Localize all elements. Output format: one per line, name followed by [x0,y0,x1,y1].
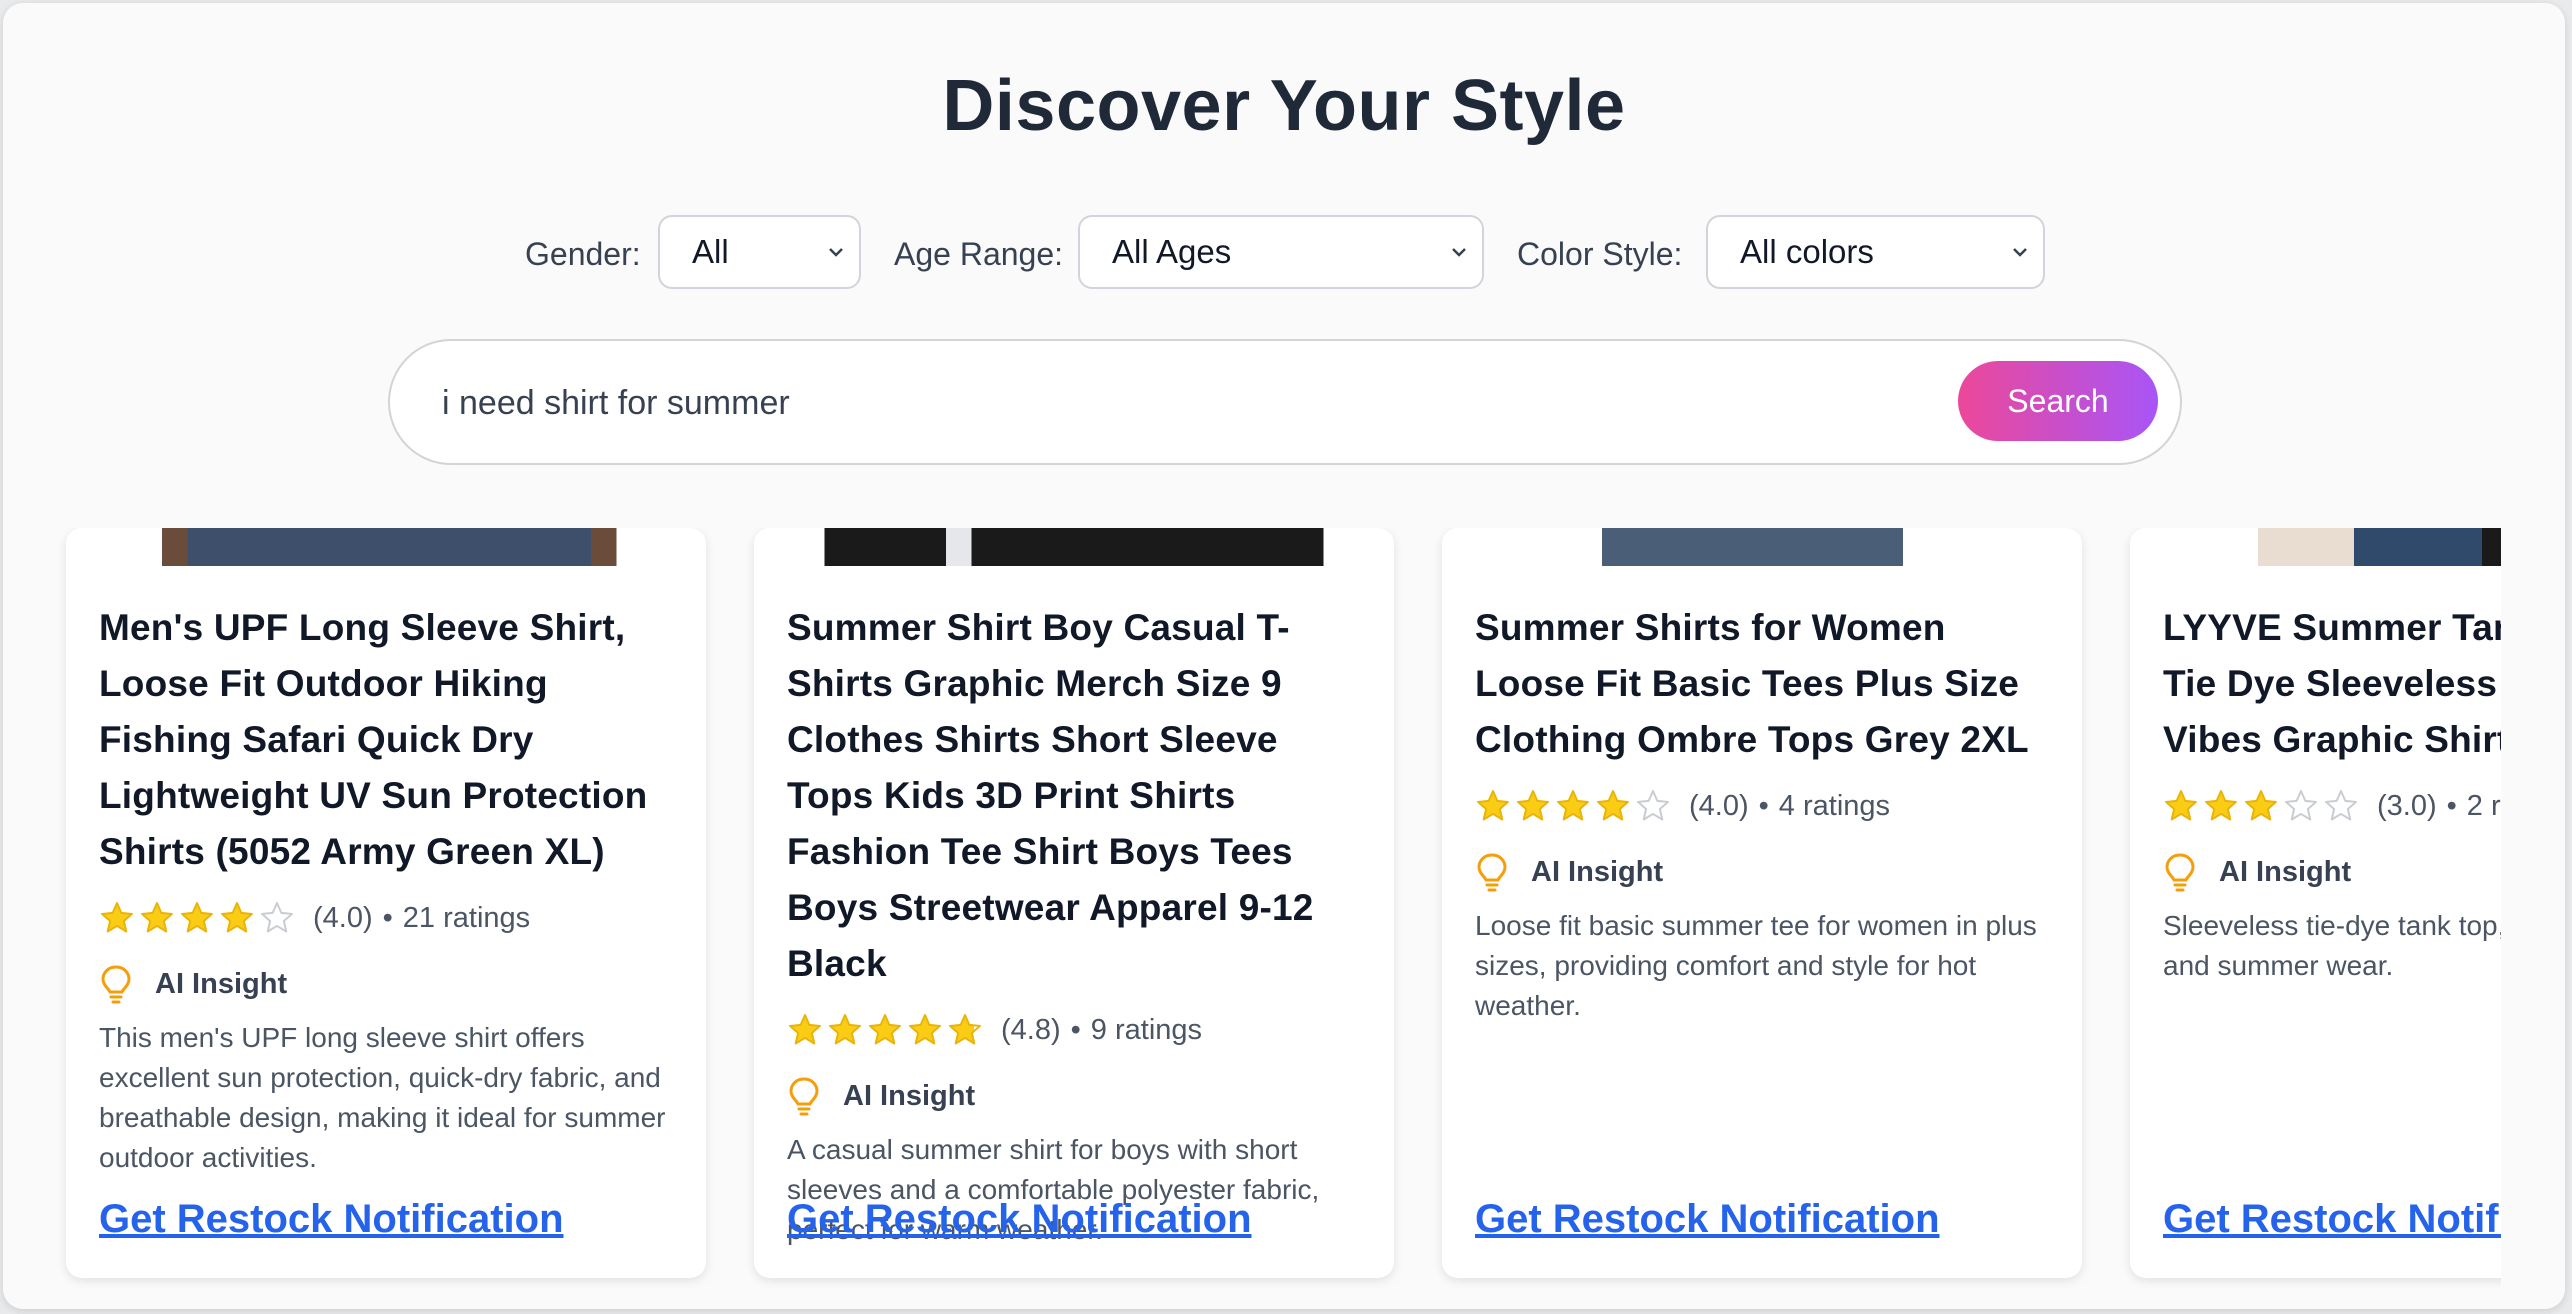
star-empty-icon [261,902,293,933]
separator-dot: • [382,901,393,934]
ai-insight-label: AI Insight [843,1079,976,1112]
rating-value: (4.0) [1689,789,1749,822]
page-title: Discover Your Style [942,66,1626,146]
ai-insight-header: AI Insight [1475,852,2054,892]
rating-value: (3.0) [2377,789,2437,822]
gender-select[interactable]: All [658,215,861,289]
age-range-select[interactable]: All Ages [1078,215,1484,289]
star-empty-icon [1637,790,1669,821]
gender-select-value: All [692,233,729,270]
star-partial-icon [949,1014,981,1045]
ratings-count: 2 ratings [2466,789,2501,822]
product-carousel[interactable]: Men's UPF Long Sleeve Shirt, Loose Fit O… [3,528,2501,1298]
star-filled-icon [2165,790,2197,821]
search-bar: Search [388,339,2182,465]
search-button[interactable]: Search [1958,361,2158,441]
product-card[interactable]: Men's UPF Long Sleeve Shirt, Loose Fit O… [66,528,706,1278]
product-title[interactable]: LYYVE Summer Tank Womens Tie Dye Sleevel… [2163,600,2501,768]
product-title[interactable]: Summer Shirts for Women Loose Fit Basic … [1475,600,2054,768]
star-empty-icon [2285,790,2317,821]
product-title[interactable]: Summer Shirt Boy Casual T-Shirts Graphic… [787,600,1366,992]
star-rating [2163,788,2363,824]
ai-insight-header: AI Insight [787,1076,1366,1116]
star-filled-icon [829,1014,861,1045]
product-card[interactable]: Summer Shirt Boy Casual T-Shirts Graphic… [754,528,1394,1278]
star-filled-icon [1557,790,1589,821]
chevron-down-icon [829,248,843,257]
rating-value: (4.0) [313,901,373,934]
ai-insight-label: AI Insight [2219,855,2352,888]
star-rating [1475,788,1675,824]
rating-row: (4.0) • 4 ratings [1475,786,2054,826]
ratings-count: 21 ratings [402,901,531,934]
ai-insight-header: AI Insight [99,964,678,1004]
star-filled-icon [789,1014,821,1045]
filters-bar: Gender: All Age Range: All Ages Color St… [3,215,2565,293]
ai-insight-text: Sleeveless tie-dye tank top, great for b… [2163,910,2501,981]
lightbulb-icon [789,1077,819,1116]
product-card[interactable]: LYYVE Summer Tank Womens Tie Dye Sleevel… [2130,528,2501,1278]
star-filled-icon [1517,790,1549,821]
lightbulb-icon [101,965,131,1004]
separator-dot: • [1758,789,1769,822]
star-filled-icon [909,1014,941,1045]
rating-row: (4.8) • 9 ratings [787,1010,1366,1050]
star-rating [99,900,299,936]
chevron-down-icon [2013,248,2027,257]
product-card[interactable]: Summer Shirts for Women Loose Fit Basic … [1442,528,2082,1278]
ai-insight-text: Loose fit basic summer tee for women in … [1475,910,2037,1021]
restock-notification-link[interactable]: Get Restock Notification [787,1197,1252,1242]
ai-insight-label: AI Insight [155,967,288,1000]
color-style-label: Color Style: [1517,236,1683,272]
separator-dot: • [2446,789,2457,822]
lightbulb-icon [1477,853,1507,892]
star-rating [787,1012,987,1048]
star-filled-icon [2205,790,2237,821]
rating-value: (4.8) [1001,1013,1061,1046]
ai-insight-label: AI Insight [1531,855,1664,888]
star-filled-icon [1477,790,1509,821]
rating-row: (4.0) • 21 ratings [99,898,678,938]
search-input[interactable] [440,371,1824,435]
product-image[interactable] [754,528,1394,566]
restock-notification-link[interactable]: Get Restock Notification [99,1197,564,1242]
star-filled-icon [141,902,173,933]
restock-notification-link[interactable]: Get Restock Notification [2163,1197,2501,1242]
star-filled-icon [1597,790,1629,821]
separator-dot: • [1070,1013,1081,1046]
restock-notification-link[interactable]: Get Restock Notification [1475,1197,1940,1242]
age-range-select-value: All Ages [1112,233,1232,270]
ai-insight-header: AI Insight [2163,852,2501,892]
ratings-count: 4 ratings [1778,789,1891,822]
lightbulb-icon [2165,853,2195,892]
age-range-label: Age Range: [894,236,1064,272]
chevron-down-icon [1452,248,1466,257]
star-filled-icon [869,1014,901,1045]
color-style-select-value: All colors [1740,233,1874,270]
ai-insight-text: This men's UPF long sleeve shirt offers … [99,1022,666,1173]
star-filled-icon [2245,790,2277,821]
star-filled-icon [101,902,133,933]
gender-label: Gender: [525,236,641,272]
main-panel: Discover Your Style Gender: All Age Rang… [3,3,2565,1309]
product-title[interactable]: Men's UPF Long Sleeve Shirt, Loose Fit O… [99,600,678,880]
color-style-select[interactable]: All colors [1706,215,2045,289]
star-filled-icon [181,902,213,933]
product-image[interactable] [66,528,706,566]
rating-row: (3.0) • 2 ratings [2163,786,2501,826]
star-filled-icon [221,902,253,933]
product-image[interactable] [2130,528,2501,566]
star-empty-icon [2325,790,2357,821]
ratings-count: 9 ratings [1090,1013,1203,1046]
product-image[interactable] [1442,528,2082,566]
